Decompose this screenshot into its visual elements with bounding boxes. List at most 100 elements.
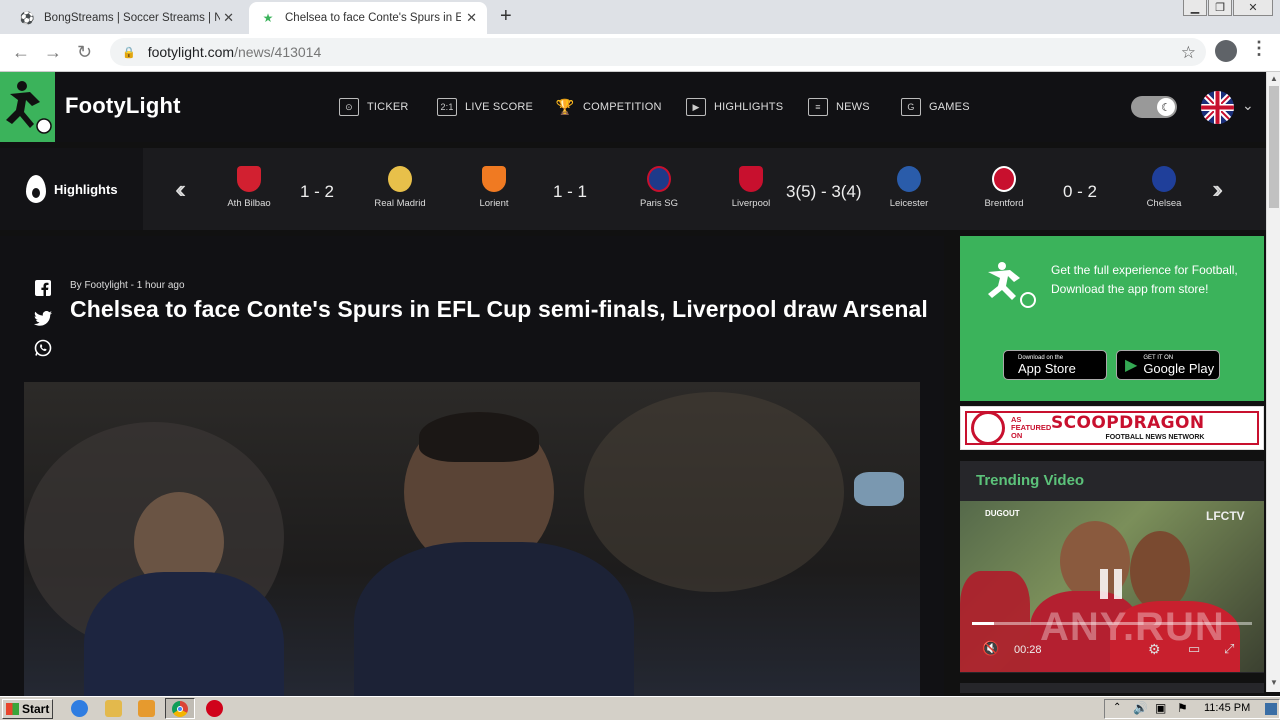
match-away-team[interactable]: Leicester [874, 166, 944, 209]
video-player[interactable]: DUGOUT LFCTV 🔇 00:28 ⚙ ▭ ⤢ ANY.RUN [960, 501, 1264, 672]
pause-icon[interactable] [1100, 569, 1124, 599]
nav-live-score[interactable]: 2:1 LIVE SCORE [437, 96, 533, 118]
start-label: Start [22, 702, 50, 716]
maximize-icon[interactable]: ❐ [1208, 0, 1232, 16]
video-channel: LFCTV [1206, 509, 1245, 523]
facebook-icon[interactable] [34, 279, 52, 297]
mute-icon[interactable]: 🔇 [982, 640, 999, 657]
bookmark-star-icon[interactable]: ☆ [1181, 43, 1196, 63]
close-icon[interactable]: ✕ [466, 10, 477, 26]
nav-label: TICKER [367, 101, 409, 113]
app-promo-text: Get the full experience for Football, Do… [1051, 263, 1238, 296]
soccer-ball-icon: ⚽ [19, 11, 35, 25]
team-name: Leicester [889, 198, 929, 209]
google-play-button[interactable]: ▶ GET IT ON Google Play [1116, 350, 1220, 380]
match-score[interactable]: 1 - 2 [300, 182, 334, 202]
app-store-button[interactable]: Download on the App Store [1003, 350, 1107, 380]
match-away-team[interactable]: Paris SG [624, 166, 694, 209]
new-tab-icon[interactable]: + [500, 5, 512, 28]
folder-icon[interactable] [105, 700, 122, 717]
match-home-team[interactable]: Brentford [969, 166, 1039, 209]
chrome-icon [172, 701, 188, 717]
scrollbar-thumb[interactable] [1269, 86, 1279, 208]
nav-label: COMPETITION [583, 101, 662, 113]
article-byline: By Footylight - 1 hour ago [70, 280, 185, 291]
video-overlay-text: DUGOUT [985, 509, 1020, 518]
volume-icon[interactable]: 🔊 [1133, 701, 1148, 715]
uk-flag-icon[interactable] [1201, 91, 1234, 124]
tray-expand-icon[interactable]: ⌃ [1113, 702, 1121, 713]
flag-icon[interactable]: ⚑ [1177, 701, 1188, 715]
match-away-team[interactable]: Chelsea [1129, 166, 1199, 209]
team-name: Brentford [984, 198, 1024, 209]
minimize-icon[interactable]: ▁ [1183, 0, 1207, 16]
flame-icon [26, 175, 46, 203]
scroll-left-icon[interactable]: ‹‹ [175, 174, 187, 205]
team-name: Liverpool [731, 198, 771, 209]
highlights-label[interactable]: Highlights [0, 148, 143, 230]
tab-bongstreams[interactable]: ⚽ BongStreams | Soccer Streams | NBA ✕ [8, 2, 244, 34]
chrome-taskbar-button[interactable] [165, 698, 195, 719]
match-score[interactable]: 3(5) - 3(4) [786, 182, 862, 202]
team-crest-icon [739, 166, 763, 192]
tab-footylight[interactable]: ★ Chelsea to face Conte's Spurs in EFL ✕ [249, 2, 487, 34]
fullscreen-icon[interactable]: ⤢ [1224, 641, 1234, 657]
twitter-icon[interactable] [34, 309, 52, 327]
forward-icon[interactable]: → [44, 42, 62, 63]
footylight-logo-icon[interactable] [0, 72, 55, 142]
account-icon[interactable] [1215, 40, 1237, 62]
match-home-team[interactable]: Liverpool [716, 166, 786, 209]
ticker-icon: ⊙ [339, 98, 359, 116]
internet-explorer-icon[interactable] [71, 700, 88, 717]
dark-mode-toggle[interactable]: ☾ [1131, 96, 1177, 118]
scroll-down-icon[interactable]: ▼ [1270, 678, 1278, 687]
match-score[interactable]: 1 - 1 [553, 182, 587, 202]
match-home-team[interactable]: Ath Bilbao [214, 166, 284, 209]
video-time: 00:28 [1014, 644, 1042, 656]
show-desktop-icon[interactable] [1265, 703, 1277, 715]
team-name: Paris SG [639, 198, 678, 209]
url-host: footylight.com [147, 44, 235, 60]
match-home-team[interactable]: Lorient [459, 166, 529, 209]
scroll-up-icon[interactable]: ▲ [1270, 74, 1278, 83]
soccer-ball-icon [971, 411, 1005, 445]
opera-icon[interactable] [206, 700, 223, 717]
match-away-team[interactable]: Real Madrid [365, 166, 435, 209]
footylight-favicon-icon: ★ [262, 11, 274, 25]
nav-highlights[interactable]: ▶ HIGHLIGHTS [686, 96, 783, 118]
nav-games[interactable]: G GAMES [901, 96, 970, 118]
anyrun-watermark: ANY.RUN [1040, 605, 1225, 649]
nav-ticker[interactable]: ⊙ TICKER [339, 96, 409, 118]
nav-competition[interactable]: 🏆 COMPETITION [555, 96, 662, 118]
scoopdragon-banner[interactable]: AS FEATURED ON SCOOPDRAGON FOOTBALL NEWS… [960, 406, 1264, 450]
scroll-right-icon[interactable]: ›› [1212, 174, 1224, 205]
google-play-icon: ▶ [1125, 357, 1138, 374]
highlights-scores-bar: Highlights ‹‹ Ath Bilbao 1 - 2 Real Madr… [0, 148, 1266, 230]
reload-icon[interactable]: ↻ [77, 42, 92, 63]
team-crest-icon [992, 166, 1016, 192]
live-score-icon: 2:1 [437, 98, 457, 116]
back-icon[interactable]: ← [12, 42, 30, 63]
address-bar[interactable]: 🔒 footylight.com/news/413014 ☆ [110, 38, 1206, 66]
nav-news[interactable]: ≡ NEWS [808, 96, 870, 118]
trophy-icon: 🏆 [555, 99, 575, 116]
trending-title: Trending Video [976, 472, 1085, 489]
match-score[interactable]: 0 - 2 [1063, 182, 1097, 202]
nav-label: HIGHLIGHTS [714, 101, 784, 113]
start-button[interactable]: Start [2, 699, 53, 719]
site-brand[interactable]: FootyLight [65, 93, 181, 119]
window-close-icon[interactable]: ✕ [1233, 0, 1273, 16]
media-player-icon[interactable] [138, 700, 155, 717]
chevron-down-icon[interactable]: ⌄ [1242, 97, 1254, 114]
tab-strip: ⚽ BongStreams | Soccer Streams | NBA ✕ ★… [0, 0, 1280, 34]
whatsapp-icon[interactable] [34, 339, 52, 357]
close-icon[interactable]: ✕ [223, 10, 234, 26]
page-scrollbar[interactable]: ▲ ▼ [1266, 72, 1280, 692]
team-crest-icon [647, 166, 671, 192]
app-promo-card: Get the full experience for Football, Do… [960, 236, 1264, 401]
browser-menu-icon[interactable]: ⋮ [1250, 38, 1268, 59]
network-icon[interactable]: ▣ [1155, 701, 1166, 715]
url-path: /news/413014 [234, 44, 322, 60]
nav-label: LIVE SCORE [465, 101, 534, 113]
sidebar-next-panel [960, 683, 1264, 693]
